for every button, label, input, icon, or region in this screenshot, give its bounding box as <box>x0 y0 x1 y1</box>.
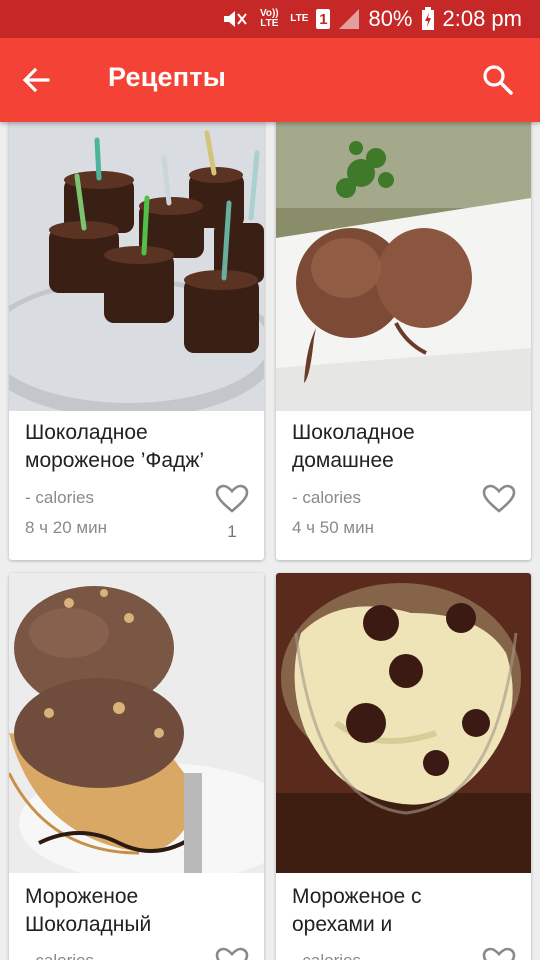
recipe-grid: Шоколадное мороженое ’Фадж’ - calories 8… <box>0 122 540 960</box>
app-bar: Рецепты <box>0 38 540 122</box>
recipe-time: 8 ч 20 мин <box>25 518 107 537</box>
clock: 2:08 pm <box>442 6 523 31</box>
recipe-title: Шоколадное домашнее <box>292 421 415 472</box>
recipe-card[interactable]: Шоколадное домашнее - calories 4 ч 50 ми… <box>276 122 531 560</box>
sim-indicator: 1 <box>316 9 331 29</box>
battery-charging-icon <box>421 7 435 31</box>
recipe-time: 4 ч 50 мин <box>292 518 374 537</box>
recipe-calories: - calories <box>292 488 361 507</box>
recipe-image <box>276 573 531 873</box>
heart-icon[interactable] <box>215 947 249 960</box>
recipe-card[interactable]: Шоколадное мороженое ’Фадж’ - calories 8… <box>9 122 264 560</box>
like-count: 1 <box>227 522 237 541</box>
recipe-calories: - calories <box>25 488 94 507</box>
lte-indicator: LTE <box>290 13 309 24</box>
recipe-card[interactable]: Мороженое с орехами и - calories <box>276 573 531 960</box>
recipe-calories: - calories <box>292 951 361 960</box>
recipe-image <box>9 122 264 411</box>
heart-icon[interactable] <box>482 484 516 514</box>
recipe-image <box>9 573 264 873</box>
page-title: Рецепты <box>108 62 226 92</box>
heart-icon[interactable] <box>215 484 249 514</box>
heart-icon[interactable] <box>482 947 516 960</box>
mute-icon <box>222 8 248 30</box>
recipe-title: Мороженое с орехами и <box>292 885 422 936</box>
recipe-title: Шоколадное мороженое ’Фадж’ <box>25 421 205 472</box>
battery-percent: 80% <box>368 6 413 31</box>
recipe-image <box>276 122 531 411</box>
signal-icon <box>338 8 360 30</box>
arrow-left-icon[interactable] <box>20 64 52 96</box>
status-bar: Vo)) LTE LTE 1 80% 2:08 pm <box>0 0 540 38</box>
recipe-calories: - calories <box>25 951 94 960</box>
volte-indicator: Vo)) LTE <box>259 8 279 29</box>
recipe-card[interactable]: Мороженое Шоколадный - calories <box>9 573 264 960</box>
search-icon[interactable] <box>480 62 516 98</box>
recipe-title: Мороженое Шоколадный <box>25 885 152 936</box>
